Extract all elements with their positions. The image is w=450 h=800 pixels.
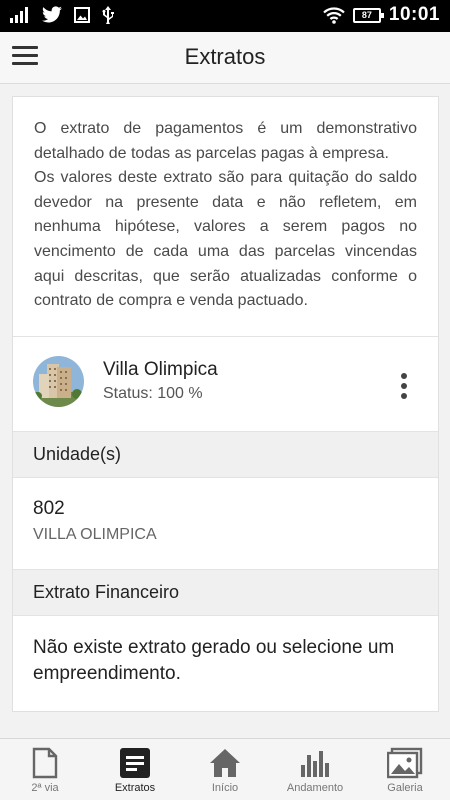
intro-paragraph-1: O extrato de pagamentos é um demonstrati… xyxy=(34,120,417,162)
empty-statement-message: Não existe extrato gerado ou selecione u… xyxy=(33,636,395,684)
usb-icon xyxy=(102,6,114,24)
nav-item-extratos[interactable]: Extratos xyxy=(90,739,180,800)
clock: 10:01 xyxy=(388,4,440,25)
bottom-navigation: 2ª via Extratos Início Andamento Galeria xyxy=(0,738,450,800)
nav-item-2a-via[interactable]: 2ª via xyxy=(0,739,90,800)
battery-icon: 87 xyxy=(352,7,384,23)
page-title: Extratos xyxy=(184,44,266,69)
project-thumbnail xyxy=(33,355,84,407)
status-bar-notifications xyxy=(10,6,115,24)
twitter-icon xyxy=(42,6,62,23)
bar-chart-icon xyxy=(301,751,329,777)
app-bar: Extratos xyxy=(0,32,450,84)
intro-text: O extrato de pagamentos é um demonstrati… xyxy=(13,97,438,337)
unit-number: 802 xyxy=(33,497,65,519)
building-image xyxy=(33,355,84,407)
nav-label: Extratos xyxy=(114,782,156,794)
unit-item[interactable]: 802 VILLA OLIMPICA xyxy=(13,478,438,570)
gallery-icon xyxy=(387,747,423,779)
nav-label: Andamento xyxy=(286,782,344,794)
units-section-title: Unidade(s) xyxy=(13,431,438,478)
project-name: Villa Olimpica xyxy=(103,358,218,380)
unit-name: VILLA OLIMPICA xyxy=(33,525,157,543)
intro-paragraph-2: Os valores deste extrato são para quitaç… xyxy=(34,169,417,310)
wifi-icon xyxy=(323,6,345,24)
statement-section-title: Extrato Financeiro xyxy=(13,569,438,616)
more-options-icon[interactable] xyxy=(399,372,409,403)
status-bar: 87 10:01 xyxy=(0,0,450,32)
status-bar-system: 87 10:01 xyxy=(323,4,440,26)
nav-item-inicio[interactable]: Início xyxy=(180,739,270,800)
nav-item-andamento[interactable]: Andamento xyxy=(270,739,360,800)
nav-label: Galeria xyxy=(387,782,423,794)
nav-label: 2ª via xyxy=(31,782,59,794)
nav-label: Início xyxy=(211,782,239,794)
home-icon xyxy=(210,749,240,777)
signal-icon xyxy=(10,7,28,23)
document-icon xyxy=(32,747,58,779)
battery-level: 87 xyxy=(361,10,372,20)
project-status: Status: 100 % xyxy=(103,384,203,402)
project-row[interactable]: Villa Olimpica Status: 100 % xyxy=(13,337,438,432)
statement-icon xyxy=(120,748,150,778)
main-content: O extrato de pagamentos é um demonstrati… xyxy=(12,96,439,712)
nav-item-galeria[interactable]: Galeria xyxy=(360,739,450,800)
image-icon xyxy=(74,7,90,23)
